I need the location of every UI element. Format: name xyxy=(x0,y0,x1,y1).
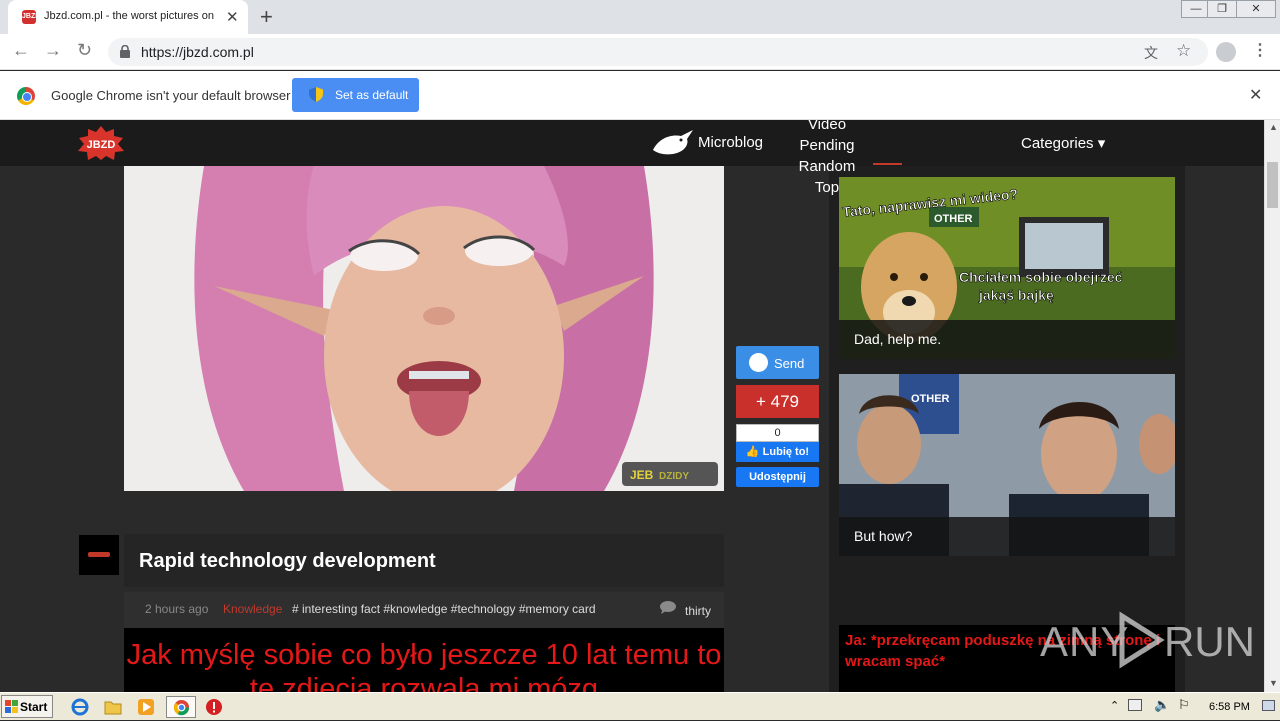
profile-avatar-icon[interactable] xyxy=(1216,42,1236,62)
start-label: Start xyxy=(20,700,48,714)
author-avatar[interactable] xyxy=(79,535,119,575)
windows-flag-icon xyxy=(5,700,18,713)
facebook-like-button[interactable]: 👍 Lubię to! xyxy=(736,442,819,462)
close-window-button[interactable]: ✕ xyxy=(1236,0,1276,18)
sidebar-card-caption: But how? xyxy=(839,517,1175,556)
post-image[interactable]: Jak myślę sobie co było jeszcze 10 lat t… xyxy=(124,628,724,692)
avatar-logo-mark xyxy=(88,552,110,557)
sidebar-card-caption: Dad, help me. xyxy=(839,320,1175,359)
back-arrow-icon[interactable]: ← xyxy=(12,40,30,61)
post-title-bar: Rapid technology development xyxy=(124,534,724,587)
restore-button[interactable]: ❐ xyxy=(1207,0,1237,18)
anyrun-play-icon xyxy=(1119,611,1165,669)
set-as-default-label: Set as default xyxy=(335,88,409,102)
infobar-close-icon[interactable]: ✕ xyxy=(1249,85,1262,105)
post-meta: 2 hours ago Knowledge # interesting fact… xyxy=(124,592,724,628)
post-image-hero[interactable]: JEB DZIDY xyxy=(124,166,724,491)
url-text: https://jbzd.com.pl xyxy=(141,44,254,60)
messenger-icon xyxy=(749,353,768,372)
media-player-icon[interactable] xyxy=(137,698,155,716)
comment-count[interactable]: thirty xyxy=(685,604,711,618)
network-icon[interactable] xyxy=(1128,699,1142,711)
sidebar-card-doge[interactable]: OTHER Tato, naprawisz mi wideo? Chciałem… xyxy=(839,177,1175,359)
volume-icon[interactable]: 🔈 xyxy=(1154,697,1170,713)
messenger-send-button[interactable]: Send xyxy=(736,346,819,379)
taskbar-clock[interactable]: 6:58 PM xyxy=(1209,701,1250,713)
send-label: Send xyxy=(774,356,805,371)
start-button[interactable]: Start xyxy=(1,695,53,718)
microblog-bird-icon[interactable] xyxy=(651,130,695,156)
post-title[interactable]: Rapid technology development xyxy=(139,550,436,573)
tab-jbzd[interactable]: JBZD Jbzd.com.pl - the worst pictures on… xyxy=(8,0,248,34)
translate-icon[interactable]: 文 xyxy=(1144,43,1158,63)
nav-active-underline xyxy=(873,163,902,165)
watermark-run: RUN xyxy=(1164,618,1255,665)
like-label: Lubię to! xyxy=(762,446,810,458)
tray-expand-icon[interactable]: ⌃ xyxy=(1110,699,1119,712)
post-image-text: Jak myślę sobie co było jeszcze 10 lat t… xyxy=(126,639,722,692)
chrome-menu-icon[interactable]: ⋮ xyxy=(1252,40,1268,60)
facebook-like-count: 0 xyxy=(736,424,819,442)
address-bar[interactable]: https://jbzd.com.pl 文 ☆ xyxy=(108,38,1208,66)
hero-watermark: JEB DZIDY xyxy=(622,462,718,486)
action-center-flag-icon[interactable]: ⚐ xyxy=(1178,697,1190,713)
page-scrollbar[interactable]: ▲ ▼ xyxy=(1264,120,1280,692)
internet-explorer-icon[interactable] xyxy=(71,698,89,716)
forward-arrow-icon[interactable]: → xyxy=(44,40,62,61)
nav-random[interactable]: Random xyxy=(792,156,862,177)
scroll-down-arrow-icon[interactable]: ▼ xyxy=(1269,678,1278,688)
facebook-share-button[interactable]: Udostępnij xyxy=(736,467,819,487)
svg-text:OTHER: OTHER xyxy=(911,393,950,405)
nav-video[interactable]: Video xyxy=(792,120,862,135)
post-time: 2 hours ago xyxy=(145,602,209,616)
folder-icon[interactable] xyxy=(104,698,122,716)
comment-bubble-icon[interactable] xyxy=(660,601,676,614)
nav-microblog[interactable]: Microblog xyxy=(698,134,763,151)
post-category-link[interactable]: Knowledge xyxy=(223,602,282,616)
taskbar-chrome-button[interactable] xyxy=(166,696,196,718)
svg-text:JBZD: JBZD xyxy=(87,139,116,151)
web-page: JBZD Microblog Video Pending Random Top … xyxy=(0,120,1264,692)
scroll-thumb[interactable] xyxy=(1267,162,1278,208)
svg-text:DZIDY: DZIDY xyxy=(659,471,689,482)
chrome-taskbar-icon xyxy=(173,699,190,716)
jbzd-favicon-icon: JBZD xyxy=(22,10,40,24)
nav-pending[interactable]: Pending xyxy=(792,135,862,156)
uac-shield-icon xyxy=(309,87,323,102)
nav-top[interactable]: Top xyxy=(792,177,862,198)
tab-strip: JBZD Jbzd.com.pl - the worst pictures on… xyxy=(0,0,1280,34)
nav-stack: Video Pending Random Top xyxy=(792,120,862,198)
svg-text:JEB: JEB xyxy=(630,468,654,482)
nav-categories-dropdown[interactable]: Categories ▾ xyxy=(1021,134,1105,152)
chrome-logo-icon xyxy=(17,87,35,105)
site-header: JBZD Microblog Video Pending Random Top … xyxy=(0,120,1264,196)
sidebar-card-messi[interactable]: OTHER But how? xyxy=(839,374,1175,556)
new-tab-plus-icon[interactable]: + xyxy=(260,4,273,30)
tab-title: Jbzd.com.pl - the worst pictures on the … xyxy=(44,10,214,22)
default-browser-infobar: Google Chrome isn't your default browser… xyxy=(0,71,1280,120)
infobar-message: Google Chrome isn't your default browser xyxy=(51,88,291,103)
lock-icon xyxy=(120,45,130,58)
set-as-default-button[interactable]: Set as default xyxy=(292,78,419,112)
post-tags[interactable]: # interesting fact #knowledge #technolog… xyxy=(292,602,596,616)
jbzd-logo[interactable]: JBZD xyxy=(78,126,124,160)
stop-sign-icon[interactable] xyxy=(205,698,223,716)
hero-illustration: JEB DZIDY xyxy=(124,166,724,491)
bookmark-star-icon[interactable]: ☆ xyxy=(1176,41,1191,61)
anyrun-watermark: ANY RUN xyxy=(1040,610,1255,670)
upvote-button[interactable]: + 479 xyxy=(736,385,819,418)
tab-close-icon[interactable]: ✕ xyxy=(226,8,239,26)
show-desktop-icon[interactable] xyxy=(1262,700,1275,711)
browser-toolbar: ← → ↻ https://jbzd.com.pl 文 ☆ xyxy=(0,34,1280,70)
system-tray: ⌃ 🔈 ⚐ 6:58 PM xyxy=(1102,693,1280,721)
reload-icon[interactable]: ↻ xyxy=(77,40,92,61)
svg-text:OTHER: OTHER xyxy=(934,213,973,225)
windows-taskbar: Start ⌃ 🔈 ⚐ 6:58 PM xyxy=(0,692,1280,720)
scroll-up-arrow-icon[interactable]: ▲ xyxy=(1269,122,1278,132)
